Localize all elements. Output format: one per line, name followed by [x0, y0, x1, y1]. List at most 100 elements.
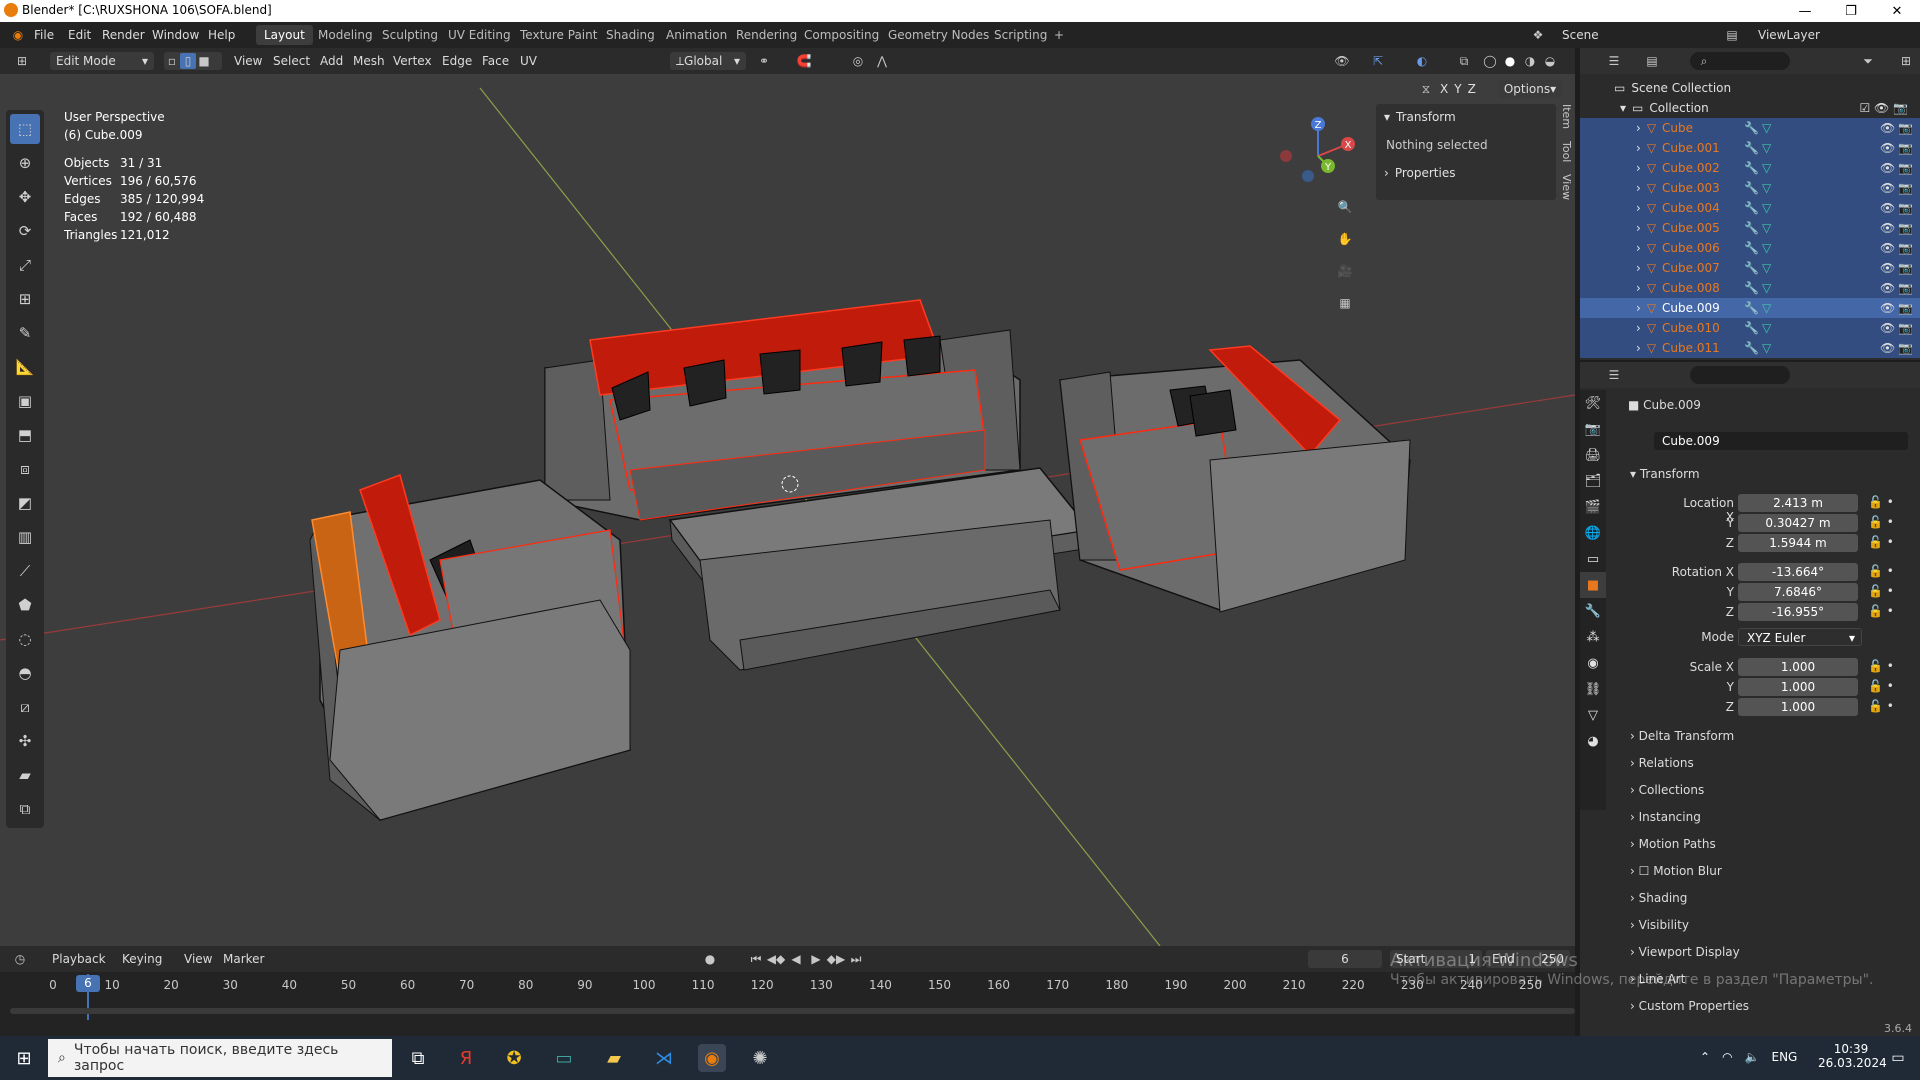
material-shading-icon[interactable]: ◑: [1522, 53, 1538, 69]
mesh-data-icon[interactable]: ▽: [1762, 221, 1771, 235]
tab-rendering[interactable]: Rendering: [728, 25, 805, 45]
checkbox-icon[interactable]: ☐: [1639, 864, 1654, 878]
tab-item[interactable]: Item: [1560, 104, 1573, 129]
lock-icon[interactable]: 🔓 •: [1868, 699, 1894, 713]
eye-icon[interactable]: 👁: [1880, 301, 1895, 315]
modifier-tab-icon[interactable]: 🔧: [1580, 598, 1606, 624]
outliner-item[interactable]: › ▽ Cube.004 🔧 ▽ 👁 📷: [1580, 198, 1920, 218]
notifications-icon[interactable]: ▭: [1884, 1044, 1912, 1072]
view-layer-tab-icon[interactable]: 🗂: [1580, 468, 1606, 494]
camera-icon[interactable]: 📷: [1898, 221, 1913, 235]
visibility-icon[interactable]: 👁: [1334, 53, 1350, 69]
eye-icon[interactable]: 👁: [1880, 181, 1895, 195]
property-section-header[interactable]: › Delta Transform: [1630, 724, 1910, 748]
camera-icon[interactable]: 📷: [1898, 301, 1913, 315]
camera-icon[interactable]: 📷: [1898, 281, 1913, 295]
scene-tab-icon[interactable]: 🎬: [1580, 494, 1606, 520]
lock-icon[interactable]: 🔓 •: [1868, 564, 1894, 578]
mesh-data-icon[interactable]: ▽: [1762, 121, 1771, 135]
outliner-item[interactable]: › ▽ Cube.007 🔧 ▽ 👁 📷: [1580, 258, 1920, 278]
transform-section-header[interactable]: ▾ Transform: [1376, 104, 1556, 130]
property-section-header[interactable]: › Instancing: [1630, 805, 1910, 829]
display-mode-icon[interactable]: ▤: [1644, 53, 1660, 69]
menu-render[interactable]: Render: [102, 28, 145, 42]
tab-geometry-nodes[interactable]: Geometry Nodes: [880, 25, 997, 45]
solid-shading-icon[interactable]: ●: [1502, 53, 1518, 69]
tab-animation[interactable]: Animation: [658, 25, 735, 45]
xray-icon[interactable]: ⧉: [1456, 53, 1472, 69]
editor-type-icon[interactable]: ◷: [12, 951, 28, 967]
eye-icon[interactable]: 👁: [1880, 321, 1895, 335]
menu-file[interactable]: File: [34, 28, 54, 42]
menu-vertex[interactable]: Vertex: [393, 54, 432, 68]
property-section-header[interactable]: › Visibility: [1630, 913, 1910, 937]
clock[interactable]: 10:39 26.03.2024: [1818, 1042, 1887, 1070]
mesh-data-icon[interactable]: ▽: [1762, 281, 1771, 295]
chevron-right-icon[interactable]: ›: [1636, 221, 1641, 235]
pivot-icon[interactable]: ⚭: [756, 53, 772, 69]
tab-texture-paint[interactable]: Texture Paint: [512, 25, 605, 45]
mode-select[interactable]: Edit Mode ▾: [50, 52, 154, 70]
modifier-icon[interactable]: 🔧: [1744, 181, 1759, 195]
poly-build-tool[interactable]: ⬟: [10, 590, 40, 620]
play-reverse-icon[interactable]: ◀: [788, 951, 804, 967]
rotation-y-field[interactable]: 7.6846°: [1738, 583, 1858, 601]
lock-icon[interactable]: 🔓 •: [1868, 495, 1894, 509]
modifier-icon[interactable]: 🔧: [1744, 121, 1759, 135]
modifier-icon[interactable]: 🔧: [1744, 201, 1759, 215]
rendered-shading-icon[interactable]: ◒: [1542, 53, 1558, 69]
measure-tool[interactable]: 📐: [10, 352, 40, 382]
transform-panel-header[interactable]: ▾ Transform: [1630, 462, 1910, 486]
property-section-header[interactable]: › Viewport Display: [1630, 940, 1910, 964]
taskbar-search-input[interactable]: ⌕ Чтобы начать поиск, введите здесь запр…: [48, 1039, 392, 1077]
modifier-icon[interactable]: 🔧: [1744, 301, 1759, 315]
mesh-data-icon[interactable]: ▽: [1762, 161, 1771, 175]
outliner-item[interactable]: › ▽ Cube.010 🔧 ▽ 👁 📷: [1580, 318, 1920, 338]
rotate-tool[interactable]: ⟳: [10, 216, 40, 246]
rotation-x-field[interactable]: -13.664°: [1738, 563, 1858, 581]
face-select-icon[interactable]: ■: [196, 53, 212, 69]
eye-icon[interactable]: 👁: [1880, 221, 1895, 235]
viewlayer-icon[interactable]: ▤: [1724, 27, 1740, 43]
outliner-item[interactable]: › ▽ Cube.002 🔧 ▽ 👁 📷: [1580, 158, 1920, 178]
prev-key-icon[interactable]: ◀◆: [767, 951, 785, 967]
object-name-field[interactable]: Cube.009: [1654, 432, 1908, 450]
lock-icon[interactable]: 🔓 •: [1868, 515, 1894, 529]
maximize-button[interactable]: ❐: [1828, 0, 1874, 22]
modifier-icon[interactable]: 🔧: [1744, 161, 1759, 175]
mirror-icon[interactable]: ⧖: [1418, 81, 1434, 97]
app-icon[interactable]: ✪: [500, 1044, 528, 1072]
annotate-tool[interactable]: ✎: [10, 318, 40, 348]
camera-icon[interactable]: 📷: [1898, 141, 1913, 155]
location-z-field[interactable]: 1.5944 m: [1738, 534, 1858, 552]
knife-tool[interactable]: ⟋: [10, 556, 40, 586]
mesh-data-icon[interactable]: ▽: [1762, 201, 1771, 215]
gizmo-toggle-icon[interactable]: ⇱: [1370, 53, 1386, 69]
next-key-icon[interactable]: ◆▶: [827, 951, 845, 967]
menu-mesh[interactable]: Mesh: [353, 54, 385, 68]
transform-orientation-select[interactable]: ⟂ Global ▾: [670, 52, 746, 70]
menu-view[interactable]: View: [234, 54, 262, 68]
task-view-icon[interactable]: ⧉: [404, 1044, 432, 1072]
material-tab-icon[interactable]: ◕: [1580, 728, 1606, 754]
modifier-icon[interactable]: 🔧: [1744, 281, 1759, 295]
add-workspace-button[interactable]: +: [1046, 25, 1072, 45]
inset-tool[interactable]: ⧈: [10, 454, 40, 484]
chevron-right-icon[interactable]: ›: [1636, 261, 1641, 275]
axis-z-toggle[interactable]: Z: [1468, 82, 1476, 96]
rip-region-tool[interactable]: ⧉: [10, 794, 40, 824]
location-y-field[interactable]: 0.30427 m: [1738, 514, 1858, 532]
jump-start-icon[interactable]: ⏮: [748, 951, 764, 967]
current-frame-field[interactable]: 6: [1308, 950, 1382, 968]
spin-tool[interactable]: ◌: [10, 624, 40, 654]
chevron-right-icon[interactable]: ›: [1636, 301, 1641, 315]
move-tool[interactable]: ✥: [10, 182, 40, 212]
app-icon[interactable]: ✺: [746, 1044, 774, 1072]
minimize-button[interactable]: —: [1782, 0, 1828, 22]
camera-view-icon[interactable]: 🎥: [1334, 260, 1356, 282]
chevron-up-icon[interactable]: ⌃: [1700, 1050, 1710, 1064]
scale-z-field[interactable]: 1.000: [1738, 698, 1858, 716]
chevron-right-icon[interactable]: ›: [1636, 181, 1641, 195]
lock-icon[interactable]: 🔓 •: [1868, 535, 1894, 549]
terminal-icon[interactable]: ▭: [550, 1044, 578, 1072]
